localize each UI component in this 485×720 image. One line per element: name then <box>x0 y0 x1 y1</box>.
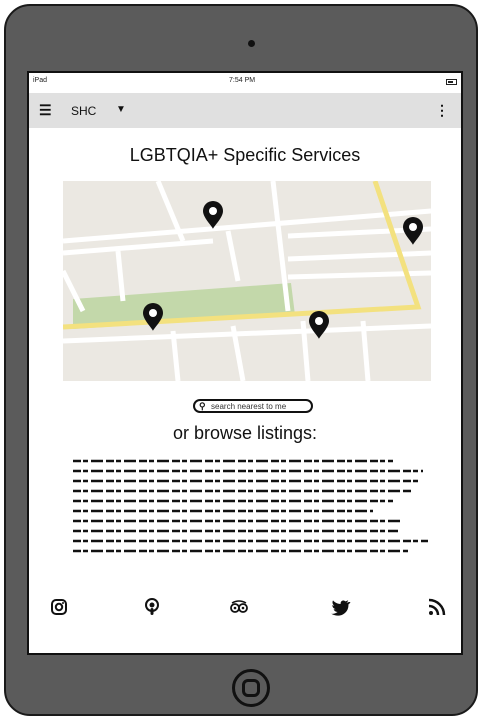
camera <box>248 40 255 47</box>
search-placeholder: search nearest to me <box>211 402 287 411</box>
page-title: LGBTQIA+ Specific Services <box>129 145 361 165</box>
podcast-icon[interactable] <box>142 597 162 617</box>
app-bar: ☰ SHC ▼ ⋮ <box>29 93 461 128</box>
hamburger-icon[interactable]: ☰ <box>39 102 52 119</box>
twitter-icon[interactable] <box>331 597 351 617</box>
browse-label: or browse listings: <box>172 423 318 443</box>
brand-label[interactable]: SHC <box>71 104 96 118</box>
rss-icon[interactable] <box>427 597 447 617</box>
instagram-icon[interactable] <box>49 597 69 617</box>
map[interactable] <box>63 181 431 381</box>
kebab-icon[interactable]: ⋮ <box>435 102 449 119</box>
search-icon: ⚲ <box>199 401 206 411</box>
carrier-label: iPad <box>33 77 48 84</box>
screen: iPad 7:54 PM ☰ SHC ▼ ⋮ LGBTQIA+ Specific… <box>27 71 463 655</box>
social-bar <box>29 597 461 621</box>
tripadvisor-icon[interactable] <box>229 597 249 617</box>
status-bar: iPad 7:54 PM <box>29 73 461 91</box>
chevron-down-icon[interactable]: ▼ <box>116 104 126 115</box>
battery-icon <box>446 79 457 85</box>
clock: 7:54 PM <box>229 77 256 84</box>
home-button[interactable] <box>232 669 270 707</box>
listing-text-placeholder <box>73 459 428 553</box>
search-input[interactable]: ⚲ search nearest to me <box>193 399 313 413</box>
